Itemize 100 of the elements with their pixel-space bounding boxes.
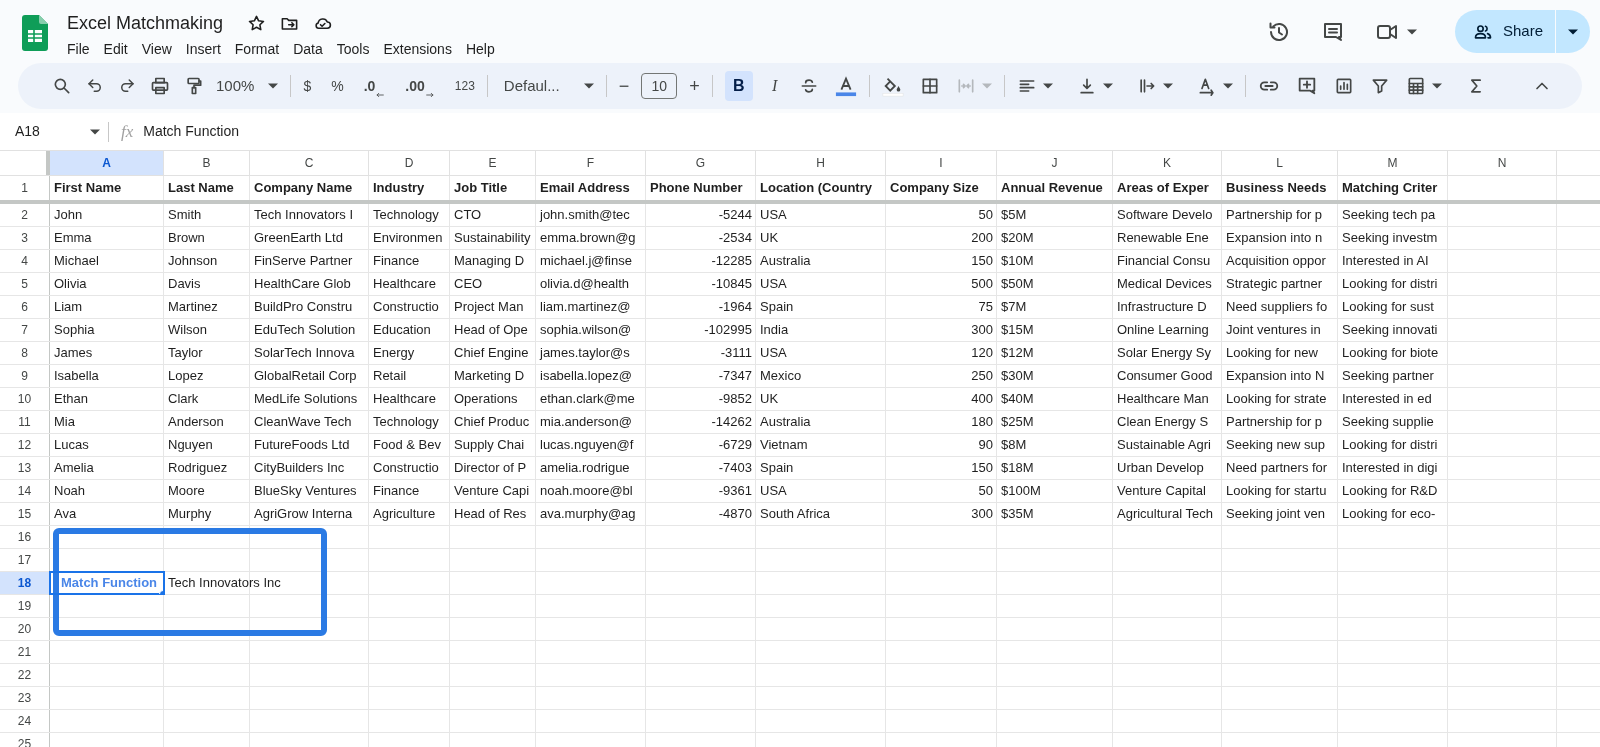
- cell[interactable]: Vietnam: [756, 434, 886, 456]
- cell[interactable]: Operations: [450, 388, 536, 410]
- cell[interactable]: USA: [756, 480, 886, 502]
- row-header[interactable]: 1: [0, 176, 50, 200]
- cell[interactable]: Olivia: [50, 273, 164, 295]
- cell[interactable]: Agricultural Tech: [1113, 503, 1222, 525]
- cell[interactable]: ethan.clark@me: [536, 388, 646, 410]
- cell[interactable]: John: [50, 204, 164, 226]
- cell[interactable]: noah.moore@bl: [536, 480, 646, 502]
- cell[interactable]: Martinez: [164, 296, 250, 318]
- menu-item[interactable]: Format: [234, 39, 280, 60]
- cell[interactable]: AgriGrow Interna: [250, 503, 369, 525]
- cell[interactable]: Davis: [164, 273, 250, 295]
- cell[interactable]: SolarTech Innova: [250, 342, 369, 364]
- cell[interactable]: lucas.nguyen@f: [536, 434, 646, 456]
- cell[interactable]: Director of P: [450, 457, 536, 479]
- cell[interactable]: -7403: [646, 457, 756, 479]
- cell[interactable]: Seeking joint ven: [1222, 503, 1338, 525]
- cell[interactable]: FutureFoods Ltd: [250, 434, 369, 456]
- cell[interactable]: Liam: [50, 296, 164, 318]
- cell[interactable]: ava.murphy@ag: [536, 503, 646, 525]
- cell[interactable]: Healthcare Man: [1113, 388, 1222, 410]
- caret-icon[interactable]: [1102, 83, 1113, 89]
- cell[interactable]: Rodriguez: [164, 457, 250, 479]
- cell[interactable]: Energy: [369, 342, 450, 364]
- cell[interactable]: Technology: [369, 204, 450, 226]
- cell[interactable]: Industry: [369, 176, 450, 200]
- cell[interactable]: Medical Devices: [1113, 273, 1222, 295]
- paint-format-icon[interactable]: [184, 76, 204, 96]
- row-header[interactable]: 24: [0, 710, 50, 732]
- cell[interactable]: Isabella: [50, 365, 164, 387]
- cell[interactable]: UK: [756, 227, 886, 249]
- cell[interactable]: 250: [886, 365, 997, 387]
- cell[interactable]: -9361: [646, 480, 756, 502]
- cell[interactable]: 150: [886, 457, 997, 479]
- cell[interactable]: Chief Engine: [450, 342, 536, 364]
- column-header[interactable]: G: [646, 151, 756, 175]
- cell[interactable]: $100M: [997, 480, 1113, 502]
- cell[interactable]: Annual Revenue: [997, 176, 1113, 200]
- cell[interactable]: EduTech Solution: [250, 319, 369, 341]
- cell[interactable]: $35M: [997, 503, 1113, 525]
- currency-format-button[interactable]: $: [303, 75, 312, 97]
- cell[interactable]: Murphy: [164, 503, 250, 525]
- cell[interactable]: $40M: [997, 388, 1113, 410]
- cell[interactable]: Finance: [369, 480, 450, 502]
- cell[interactable]: BlueSky Ventures: [250, 480, 369, 502]
- cell[interactable]: Ava: [50, 503, 164, 525]
- menu-item[interactable]: View: [141, 39, 172, 60]
- cell[interactable]: Supply Chai: [450, 434, 536, 456]
- cell[interactable]: MedLife Solutions: [250, 388, 369, 410]
- cell[interactable]: Need partners for: [1222, 457, 1338, 479]
- cell[interactable]: -102995: [646, 319, 756, 341]
- column-header[interactable]: E: [450, 151, 536, 175]
- cell[interactable]: Location (Country: [756, 176, 886, 200]
- cell[interactable]: Ethan: [50, 388, 164, 410]
- caret-icon[interactable]: [1431, 83, 1442, 89]
- formula-input[interactable]: Match Function: [143, 121, 239, 142]
- cell[interactable]: India: [756, 319, 886, 341]
- cell[interactable]: Clean Energy S: [1113, 411, 1222, 433]
- cell[interactable]: Managing D: [450, 250, 536, 272]
- cell[interactable]: USA: [756, 342, 886, 364]
- cell[interactable]: Tech Innovators I: [250, 204, 369, 226]
- cell[interactable]: Noah: [50, 480, 164, 502]
- caret-icon[interactable]: [1042, 83, 1053, 89]
- undo-icon[interactable]: [86, 77, 104, 95]
- cell[interactable]: Sustainability: [450, 227, 536, 249]
- cell[interactable]: Looking for new: [1222, 342, 1338, 364]
- cell[interactable]: Brown: [164, 227, 250, 249]
- cell[interactable]: 500: [886, 273, 997, 295]
- cell[interactable]: FinServe Partner: [250, 250, 369, 272]
- cell[interactable]: Australia: [756, 411, 886, 433]
- cell[interactable]: South Africa: [756, 503, 886, 525]
- column-header[interactable]: N: [1448, 151, 1557, 175]
- row-header[interactable]: 13: [0, 457, 50, 479]
- spreadsheet-logo[interactable]: [22, 15, 48, 51]
- cell[interactable]: -3111: [646, 342, 756, 364]
- cell[interactable]: $25M: [997, 411, 1113, 433]
- caret-icon[interactable]: [1222, 83, 1233, 89]
- row-header[interactable]: 9: [0, 365, 50, 387]
- cell[interactable]: First Name: [50, 176, 164, 200]
- cell[interactable]: UK: [756, 388, 886, 410]
- cell[interactable]: 150: [886, 250, 997, 272]
- cell[interactable]: Sustainable Agri: [1113, 434, 1222, 456]
- cell[interactable]: $50M: [997, 273, 1113, 295]
- cell[interactable]: Wilson: [164, 319, 250, 341]
- cell[interactable]: Email Address: [536, 176, 646, 200]
- row-header[interactable]: 20: [0, 618, 50, 640]
- cell[interactable]: emma.brown@g: [536, 227, 646, 249]
- cell[interactable]: Environmen: [369, 227, 450, 249]
- cell[interactable]: GlobalRetail Corp: [250, 365, 369, 387]
- cell[interactable]: Partnership for p: [1222, 204, 1338, 226]
- zoom-dropdown[interactable]: 100%: [216, 74, 255, 98]
- cell[interactable]: liam.martinez@: [536, 296, 646, 318]
- cell[interactable]: 300: [886, 503, 997, 525]
- cell[interactable]: Clark: [164, 388, 250, 410]
- increase-decimals-button[interactable]: .00: [405, 75, 425, 97]
- cell[interactable]: Taylor: [164, 342, 250, 364]
- cell[interactable]: Expansion into N: [1222, 365, 1338, 387]
- cell[interactable]: CEO: [450, 273, 536, 295]
- cell[interactable]: Infrastructure D: [1113, 296, 1222, 318]
